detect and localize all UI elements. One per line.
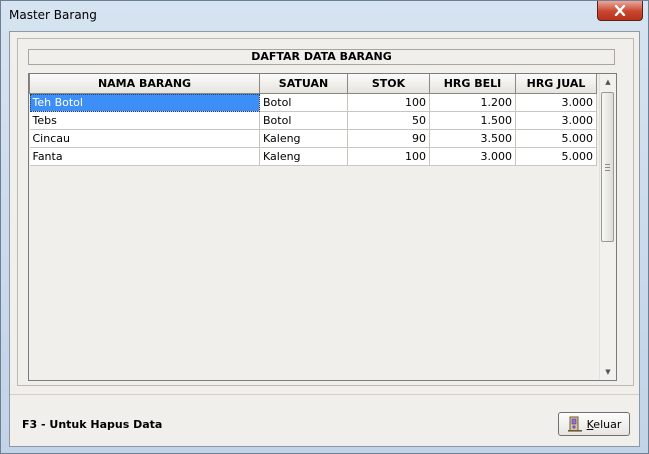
cell-stok[interactable]: 100	[347, 93, 430, 112]
hint-text: F3 - Untuk Hapus Data	[22, 418, 163, 431]
scroll-up-icon: ▲	[605, 78, 611, 86]
cell-stok[interactable]: 90	[347, 129, 430, 148]
window-title: Master Barang	[9, 8, 97, 22]
cell-satuan[interactable]: Botol	[259, 111, 348, 130]
close-button[interactable]	[597, 1, 643, 21]
cell-satuan[interactable]: Kaleng	[259, 129, 348, 148]
header-row: NAMA BARANG SATUAN STOK HRG BELI HRG JUA…	[29, 74, 597, 94]
cell-hrg-jual[interactable]: 3.000	[515, 111, 597, 130]
grip-icon	[605, 163, 610, 171]
column-header-nama[interactable]: NAMA BARANG	[29, 74, 260, 94]
list-title: DAFTAR DATA BARANG	[28, 49, 615, 65]
cell-stok[interactable]: 100	[347, 147, 430, 166]
title-bar[interactable]: Master Barang	[1, 1, 648, 31]
exit-button-label: Keluar	[586, 417, 622, 431]
client-area: DAFTAR DATA BARANG NAMA BARANG SATUAN ST…	[9, 31, 640, 447]
column-header-hrg-beli[interactable]: HRG BELI	[429, 74, 516, 94]
master-barang-window: Master Barang DAFTAR DATA BARANG NAMA BA…	[0, 0, 649, 454]
cell-hrg-jual[interactable]: 5.000	[515, 129, 597, 148]
scroll-thumb[interactable]	[601, 92, 614, 242]
cell-nama[interactable]: Tebs	[29, 111, 260, 130]
close-icon	[614, 5, 626, 16]
cell-hrg-beli[interactable]: 1.200	[429, 93, 516, 112]
table-row[interactable]: Fanta Kaleng 100 3.000 5.000	[29, 147, 597, 166]
cell-nama[interactable]: Teh Botol	[29, 93, 260, 112]
cell-hrg-jual[interactable]: 3.000	[515, 93, 597, 112]
cell-hrg-jual[interactable]: 5.000	[515, 147, 597, 166]
cell-hrg-beli[interactable]: 3.000	[429, 147, 516, 166]
scroll-down-icon: ▼	[605, 368, 611, 376]
column-header-satuan[interactable]: SATUAN	[259, 74, 348, 94]
scroll-down-button[interactable]: ▼	[600, 364, 616, 380]
cell-stok[interactable]: 50	[347, 111, 430, 130]
cell-satuan[interactable]: Botol	[259, 93, 348, 112]
exit-button[interactable]: Keluar	[558, 412, 630, 436]
table-row[interactable]: Tebs Botol 50 1.500 3.000	[29, 111, 597, 130]
data-grid[interactable]: NAMA BARANG SATUAN STOK HRG BELI HRG JUA…	[28, 73, 617, 381]
item-table: NAMA BARANG SATUAN STOK HRG BELI HRG JUA…	[29, 74, 597, 166]
door-exit-icon	[567, 416, 582, 432]
footer-divider	[10, 394, 639, 395]
cell-hrg-beli[interactable]: 1.500	[429, 111, 516, 130]
vertical-scrollbar[interactable]: ▲ ▼	[599, 74, 616, 380]
scroll-up-button[interactable]: ▲	[600, 74, 616, 90]
cell-hrg-beli[interactable]: 3.500	[429, 129, 516, 148]
table-row[interactable]: Teh Botol Botol 100 1.200 3.000	[29, 93, 597, 112]
column-header-hrg-jual[interactable]: HRG JUAL	[515, 74, 597, 94]
cell-satuan[interactable]: Kaleng	[259, 147, 348, 166]
cell-nama[interactable]: Fanta	[29, 147, 260, 166]
table-row[interactable]: Cincau Kaleng 90 3.500 5.000	[29, 129, 597, 148]
column-header-stok[interactable]: STOK	[347, 74, 430, 94]
cell-nama[interactable]: Cincau	[29, 129, 260, 148]
